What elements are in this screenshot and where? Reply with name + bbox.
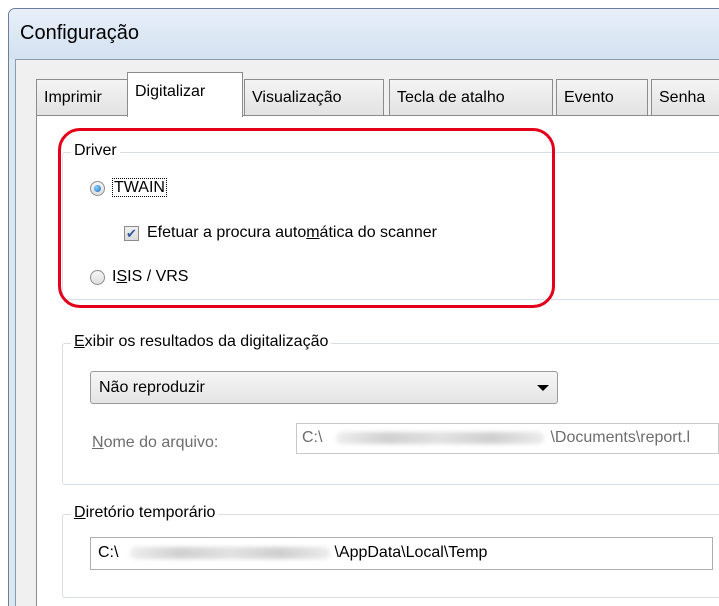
tab-label: Imprimir <box>44 89 102 106</box>
redacted-username <box>336 431 545 444</box>
auto-search-label[interactable]: Efetuar a procura automática do scanner <box>147 224 437 242</box>
twain-label[interactable]: TWAIN <box>112 178 167 197</box>
redacted-username <box>130 546 331 559</box>
tab-label: Tecla de atalho <box>397 89 505 106</box>
temp-dir-legend-rest: iretório temporário <box>85 504 216 521</box>
filename-suffix: \Documents\report.l <box>550 429 691 446</box>
window-title: Configuração <box>20 22 139 44</box>
auto-search-mnemonic: m <box>306 224 320 241</box>
tab-imprimir[interactable]: Imprimir <box>36 79 128 115</box>
tab-evento[interactable]: Evento <box>556 79 648 115</box>
driver-legend: Driver <box>71 142 120 160</box>
twain-label-text: TWAIN <box>112 178 167 197</box>
temp-dir-legend-mnemonic: D <box>74 504 86 521</box>
filename-label-rest: ome do arquivo: <box>103 434 219 451</box>
tab-digitalizar[interactable]: Digitalizar <box>127 72 243 117</box>
isis-label[interactable]: ISIS / VRS <box>112 268 188 286</box>
auto-search-label-suffix: ática do scanner <box>319 224 437 241</box>
filename-input[interactable]: C:\ \Documents\report.l <box>296 423 719 454</box>
results-group: Exibir os resultados da digitalização <box>62 333 719 485</box>
tab-label: Digitalizar <box>135 83 206 100</box>
results-dropdown-value: Não reproduzir <box>99 379 205 396</box>
results-dropdown[interactable]: Não reproduzir <box>90 371 558 404</box>
check-icon: ✔ <box>126 226 137 241</box>
chevron-down-icon[interactable] <box>537 385 549 391</box>
auto-search-label-prefix: Efetuar a procura auto <box>147 224 307 241</box>
filename-label-mnemonic: N <box>92 434 104 451</box>
tab-label: Evento <box>564 89 614 106</box>
isis-radio[interactable] <box>90 270 105 285</box>
temp-dir-input[interactable]: C:\ \AppData\Local\Temp <box>90 537 713 570</box>
isis-label-suffix: IS / VRS <box>127 268 189 285</box>
filename-prefix: C:\ <box>302 429 323 446</box>
tab-label: Visualização <box>252 89 342 106</box>
title-bar[interactable]: Configuração <box>9 9 719 59</box>
temp-dir-legend: Diretório temporário <box>71 504 219 522</box>
auto-search-checkbox[interactable]: ✔ <box>124 226 139 241</box>
tab-visualizacao[interactable]: Visualização <box>244 79 384 115</box>
isis-mnemonic: S <box>116 268 128 285</box>
temp-path-suffix: \AppData\Local\Temp <box>334 544 488 561</box>
results-legend: Exibir os resultados da digitalização <box>71 333 332 351</box>
temp-path-prefix: C:\ <box>98 544 119 561</box>
results-legend-mnemonic: E <box>74 333 85 350</box>
twain-radio[interactable] <box>90 181 105 196</box>
results-legend-rest: xibir os resultados da digitalização <box>84 333 329 350</box>
filename-label: Nome do arquivo: <box>92 434 218 452</box>
tab-senha[interactable]: Senha <box>651 79 719 115</box>
tab-tecla-de-atalho[interactable]: Tecla de atalho <box>389 79 553 115</box>
tab-label: Senha <box>659 89 706 106</box>
